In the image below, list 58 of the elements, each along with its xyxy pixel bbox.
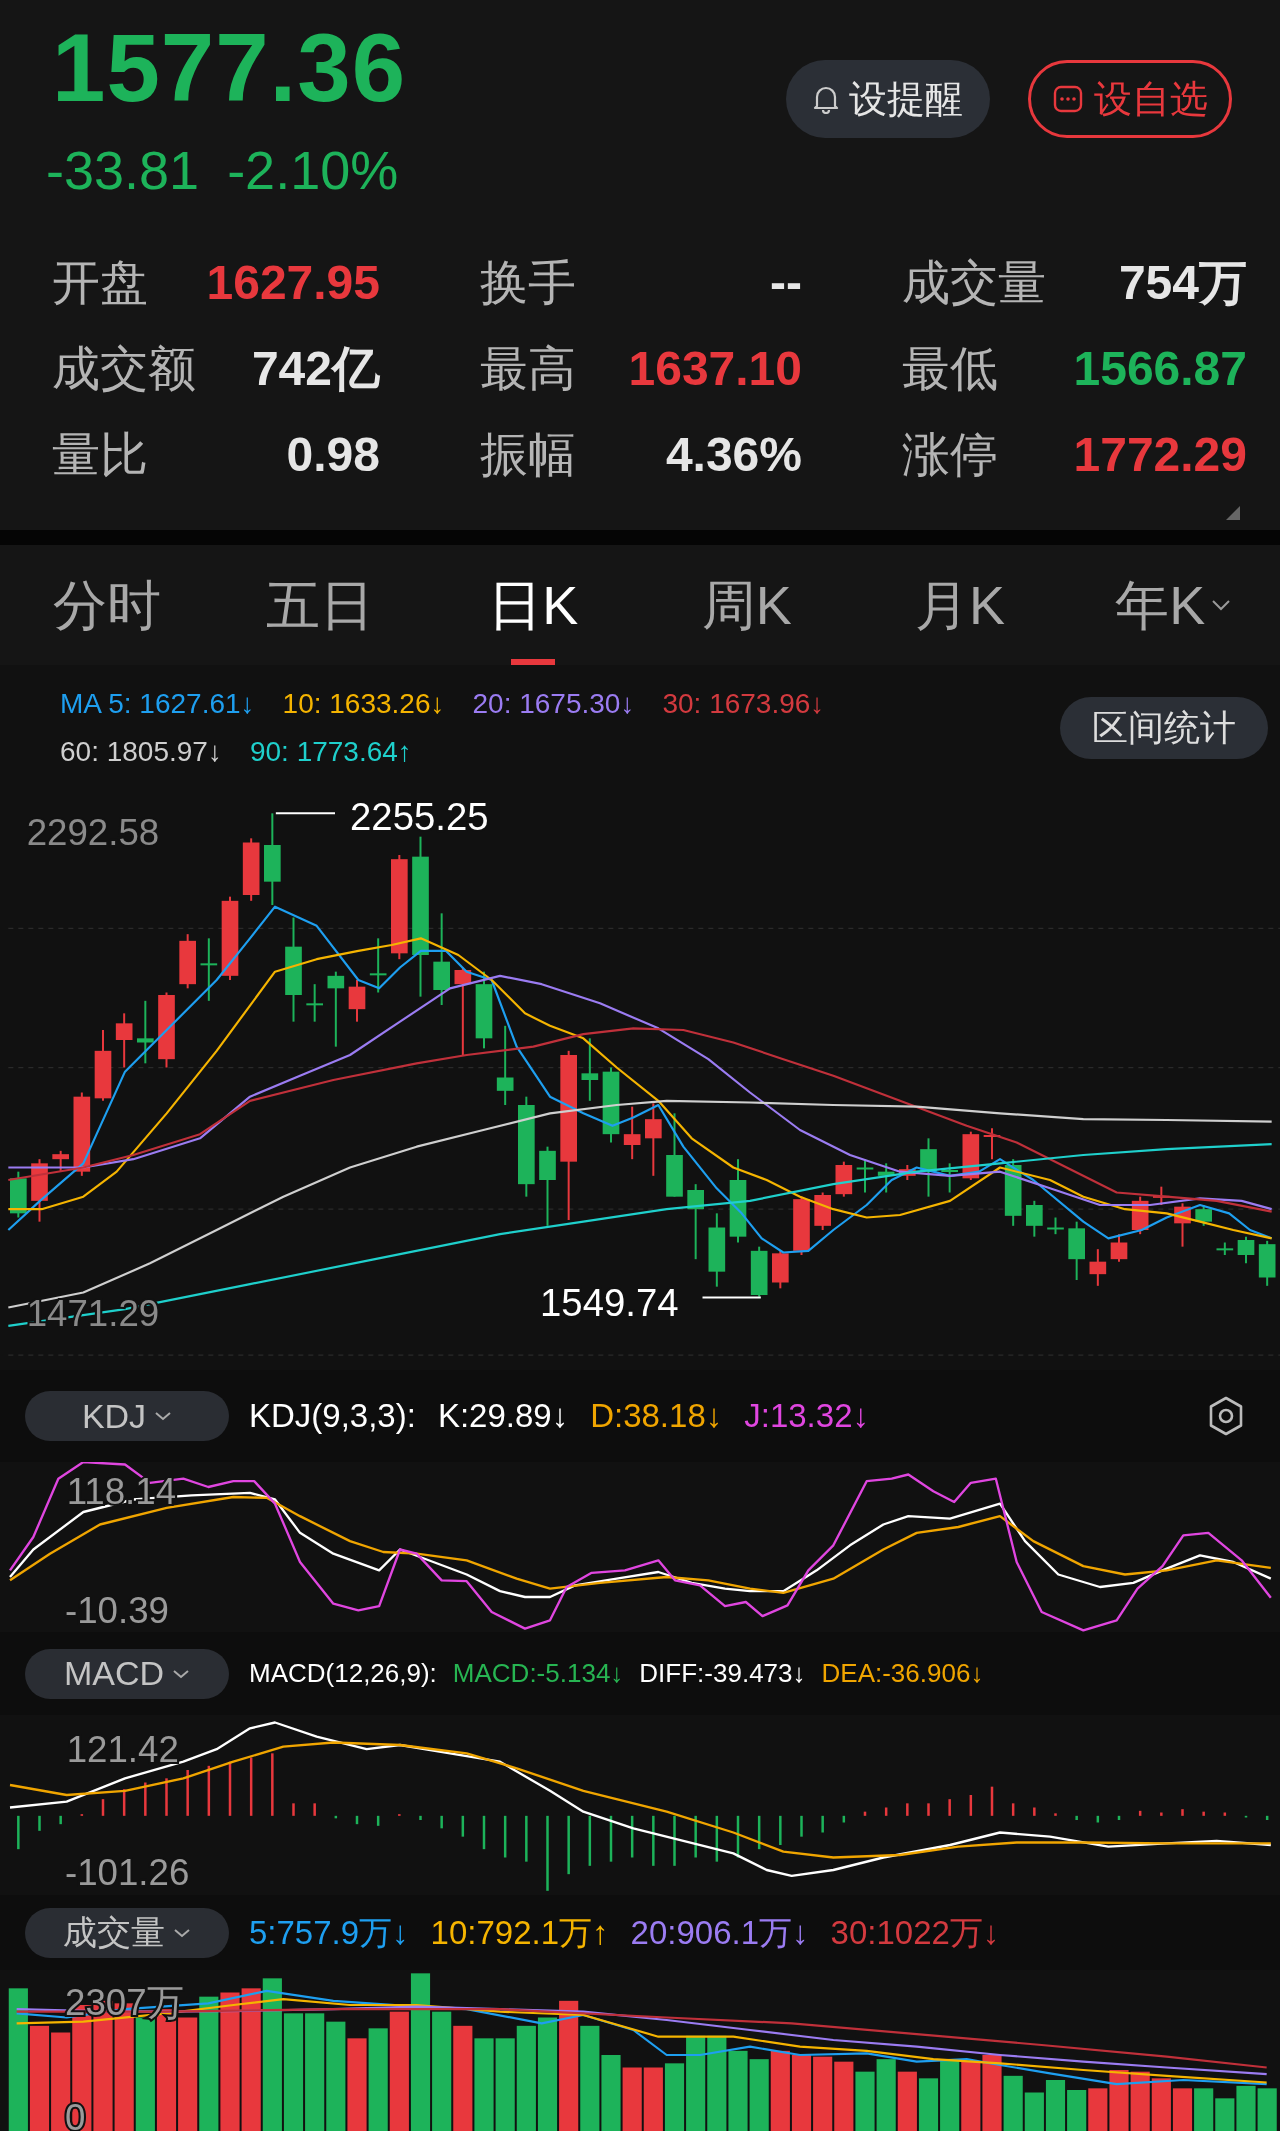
moving-average-value: 60: 1805.97↓ bbox=[60, 734, 222, 769]
stat-value: 1772.29 bbox=[1073, 427, 1247, 483]
indicator-title: MACD(12,26,9): bbox=[249, 1657, 437, 1690]
stat-label: 振幅 bbox=[480, 427, 576, 483]
stat-value: 0.98 bbox=[286, 427, 380, 483]
period-tab[interactable]: 周K bbox=[640, 545, 854, 665]
axis-label: 118.14 bbox=[66, 1470, 177, 1512]
stat-value: 1627.95 bbox=[206, 255, 380, 311]
moving-average-value: 30: 1673.96↓ bbox=[662, 686, 825, 721]
price-value: 1577.36 bbox=[52, 18, 406, 118]
indicator-title: KDJ(9,3,3): bbox=[249, 1396, 416, 1437]
stat-label: 量比 bbox=[52, 427, 148, 483]
axis-label: 2292.58 bbox=[26, 812, 160, 853]
moving-average-value: 10: 1633.26↓ bbox=[282, 686, 445, 721]
moving-average-value: 20: 1675.30↓ bbox=[472, 686, 635, 721]
stat-label: 涨停 bbox=[902, 427, 998, 483]
indicator-value: D:38.18↓ bbox=[590, 1396, 723, 1437]
stat-value: 4.36% bbox=[665, 427, 802, 483]
indicator-value: 5:757.9万↓ bbox=[249, 1912, 409, 1953]
indicator-value: DEA:-36.906↓ bbox=[821, 1657, 984, 1690]
stat-label: 成交额 bbox=[52, 341, 196, 397]
price-change: -33.81 bbox=[46, 140, 200, 200]
indicator-value: K:29.89↓ bbox=[437, 1396, 569, 1437]
stat-value: 1637.10 bbox=[628, 341, 802, 397]
indicator-value: 30:1022万↓ bbox=[830, 1912, 1000, 1953]
low-price-marker: 1549.74 bbox=[540, 1280, 679, 1324]
period-tab[interactable]: 月K bbox=[853, 545, 1067, 665]
stat-label: 最低 bbox=[902, 341, 998, 397]
indicator-value: DIFF:-39.473↓ bbox=[639, 1657, 806, 1690]
stat-label: 成交量 bbox=[902, 255, 1046, 311]
range-statistics-button[interactable]: 区间统计 bbox=[1060, 696, 1268, 759]
period-tab[interactable]: 五日 bbox=[213, 545, 427, 665]
stat-label: 最高 bbox=[480, 341, 576, 397]
stat-label: 换手 bbox=[480, 255, 576, 311]
period-tab[interactable]: 年K bbox=[1066, 545, 1280, 665]
indicator-value: 10:792.1万↑ bbox=[430, 1912, 609, 1953]
indicator-selector[interactable]: MACD bbox=[25, 1648, 229, 1699]
axis-label: 121.42 bbox=[66, 1728, 179, 1770]
indicator-value: 20:906.1万↓ bbox=[630, 1912, 809, 1953]
moving-average-value: MA 5: 1627.61↓ bbox=[60, 686, 255, 721]
period-tab[interactable]: 分时 bbox=[0, 545, 214, 665]
add-watchlist-button[interactable]: 设自选 bbox=[1028, 60, 1232, 138]
stat-value: -- bbox=[770, 255, 802, 311]
period-tab[interactable]: 日K bbox=[426, 545, 640, 665]
stat-value: 754万 bbox=[1118, 255, 1247, 311]
set-alert-button[interactable]: 设提醒 bbox=[786, 60, 990, 138]
moving-average-value: 90: 1773.64↑ bbox=[249, 734, 412, 769]
stat-value: 1566.87 bbox=[1073, 341, 1247, 397]
indicator-selector[interactable]: KDJ bbox=[25, 1391, 229, 1441]
stat-value: 742亿 bbox=[251, 341, 380, 397]
axis-label: -101.26 bbox=[65, 1852, 190, 1893]
stat-label: 开盘 bbox=[52, 255, 148, 311]
indicator-selector[interactable]: 成交量 bbox=[25, 1907, 229, 1958]
indicator-value: J:13.32↓ bbox=[744, 1396, 869, 1437]
percent-change: -2.10% bbox=[227, 140, 399, 200]
high-price-marker: 2255.25 bbox=[350, 795, 489, 838]
indicator-value: MACD:-5.134↓ bbox=[452, 1657, 624, 1690]
axis-label: -10.39 bbox=[65, 1589, 169, 1631]
